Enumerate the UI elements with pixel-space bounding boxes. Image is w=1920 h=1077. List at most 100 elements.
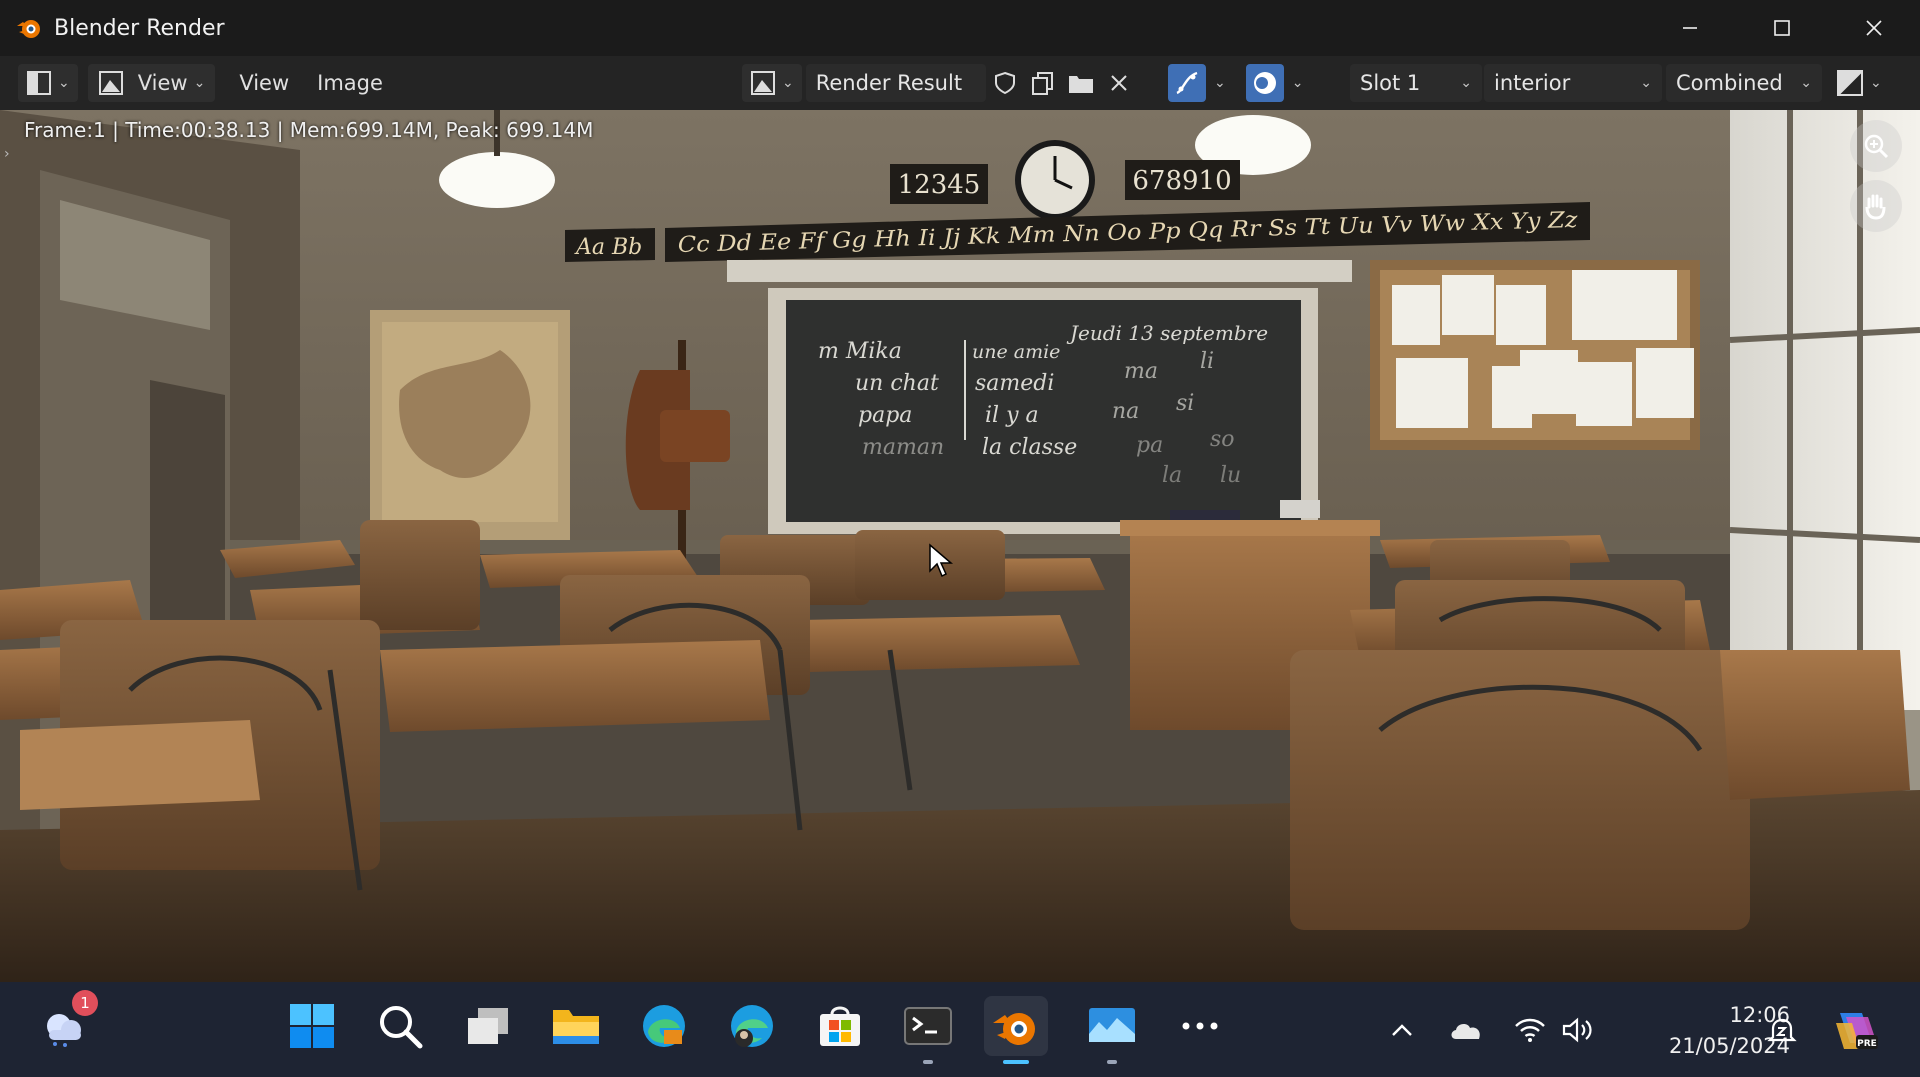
chalk-word-2: un chat (855, 371, 939, 396)
edge-profile-button[interactable] (722, 996, 782, 1056)
weather-widget[interactable]: 1 (34, 990, 98, 1056)
terminal-icon (904, 1007, 952, 1045)
monitor-app-icon (1089, 1008, 1135, 1042)
classroom-render-image: 12345 678910 Aa Bb Cc Dd Ee Ff Gg Hh Ii … (0, 110, 1920, 982)
view-mode-dropdown[interactable]: View ⌄ (87, 64, 216, 102)
close-icon (1866, 20, 1882, 36)
slot-dropdown[interactable]: Slot 1 ⌄ (1350, 64, 1482, 102)
unlink-image-button[interactable] (1100, 64, 1138, 102)
windows-start-icon (290, 1004, 334, 1048)
onedrive-button[interactable] (1446, 982, 1486, 1077)
shield-icon (994, 71, 1015, 95)
view-layer-dropdown[interactable]: interior ⌄ (1484, 64, 1662, 102)
blender-taskbar-button[interactable] (984, 996, 1048, 1064)
display-channels-button[interactable] (1245, 64, 1284, 102)
chevron-up-icon (1392, 1023, 1412, 1036)
image-name-label: Render Result (815, 71, 963, 95)
chalk-syllable-4: si (1176, 391, 1194, 416)
chevron-down-icon[interactable]: ⌄ (1214, 75, 1226, 91)
notification-badge: 1 (72, 990, 98, 1016)
store-bag-icon (820, 1006, 860, 1046)
display-mode-button[interactable]: ⌄ (1828, 64, 1890, 102)
fake-user-button[interactable] (986, 64, 1024, 102)
terminal-button[interactable] (898, 996, 958, 1064)
wifi-icon (1515, 1018, 1545, 1042)
chevron-down-icon: ⌄ (1870, 75, 1882, 91)
search-icon (380, 1006, 423, 1049)
task-view-button[interactable] (458, 996, 518, 1056)
speaker-icon (1562, 1017, 1592, 1042)
render-stats-text: Frame:1 | Time:00:38.13 | Mem:699.14M, P… (24, 118, 594, 142)
running-indicator (1107, 1060, 1117, 1064)
menu-image[interactable]: Image (303, 64, 397, 102)
view-mode-label: View (137, 71, 188, 95)
svg-text:PRE: PRE (1857, 1039, 1877, 1049)
folder-icon (1068, 76, 1093, 93)
close-button[interactable] (1828, 0, 1920, 56)
focus-mode-button[interactable] (1764, 982, 1800, 1077)
edge-browser-icon (643, 1005, 685, 1047)
task-view-icon (468, 1008, 508, 1044)
close-icon (1111, 75, 1127, 91)
image-editor-icon (27, 71, 51, 95)
chalk-word-5: une amie (972, 341, 1060, 363)
menu-view[interactable]: View (225, 64, 303, 102)
chevron-down-icon: ⌄ (1460, 75, 1472, 91)
chalk-syllable-2: li (1200, 349, 1214, 374)
channels-icon (1253, 72, 1276, 94)
windows-taskbar: 1 12:06 21/05/2024 PRE (0, 982, 1920, 1077)
zoom-gizmo-button[interactable] (1850, 120, 1902, 172)
image-view-icon (98, 71, 123, 95)
chevron-down-icon[interactable]: ⌄ (1292, 75, 1304, 91)
maximize-button[interactable] (1736, 0, 1828, 56)
chevron-down-icon: ⌄ (1800, 75, 1812, 91)
editor-type-button[interactable]: ⌄ (18, 64, 78, 102)
microsoft-store-button[interactable] (810, 996, 870, 1056)
chalk-word-1: m Mika (818, 339, 902, 364)
render-pass-dropdown[interactable]: Combined ⌄ (1666, 64, 1822, 102)
volume-button[interactable] (1558, 982, 1598, 1077)
sidebar-expand-icon[interactable]: › (4, 146, 10, 162)
slot-label: Slot 1 (1360, 71, 1421, 95)
open-image-button[interactable] (1062, 64, 1100, 102)
image-viewer-button[interactable] (1082, 996, 1142, 1064)
hand-icon (1865, 194, 1886, 220)
running-indicator (923, 1060, 933, 1064)
file-explorer-button[interactable] (546, 996, 606, 1056)
chalk-syllable-8: lu (1220, 463, 1241, 488)
search-button[interactable] (370, 996, 430, 1056)
window-title: Blender Render (54, 15, 225, 41)
chevron-down-icon: ⌄ (58, 75, 70, 91)
blender-logo-icon (993, 1013, 1035, 1045)
pan-gizmo-button[interactable] (1850, 180, 1902, 232)
image-editor-header: ⌄ View ⌄ View Image ⌄ Render Result ⌄ ⌄ … (0, 56, 1920, 110)
render-pass-label: Combined (1676, 71, 1783, 95)
folder-icon (553, 1010, 599, 1044)
browse-image-button[interactable]: ⌄ (742, 64, 802, 102)
chalk-syllable-1: ma (1124, 359, 1158, 384)
network-button[interactable] (1510, 982, 1550, 1077)
sample-tool-button[interactable] (1168, 64, 1206, 102)
chevron-down-icon: ⌄ (782, 75, 794, 91)
chevron-down-icon: ⌄ (193, 75, 206, 91)
blender-logo-icon (14, 13, 44, 43)
chevron-down-icon: ⌄ (1640, 75, 1652, 91)
render-viewport[interactable]: 12345 678910 Aa Bb Cc Dd Ee Ff Gg Hh Ii … (0, 110, 1920, 982)
chalk-syllable-7: la (1162, 463, 1182, 488)
image-name-field[interactable]: Render Result (805, 64, 986, 102)
new-image-button[interactable] (1024, 64, 1062, 102)
more-apps-button[interactable] (1170, 996, 1230, 1056)
start-button[interactable] (282, 996, 342, 1056)
chalk-word-6: samedi (975, 371, 1054, 396)
copilot-button[interactable]: PRE (1828, 982, 1884, 1077)
minimize-button[interactable] (1644, 0, 1736, 56)
chalk-syllable-5: pa (1136, 433, 1163, 458)
chalk-syllable-3: na (1112, 399, 1139, 424)
alphabet-strip-left: Aa Bb (574, 235, 642, 260)
active-indicator (1003, 1060, 1029, 1064)
curve-tool-icon (1176, 71, 1198, 95)
maximize-icon (1774, 20, 1790, 36)
chalk-word-4: maman (862, 435, 944, 460)
show-hidden-icons-button[interactable] (1386, 982, 1418, 1077)
edge-beta-button[interactable] (634, 996, 694, 1056)
